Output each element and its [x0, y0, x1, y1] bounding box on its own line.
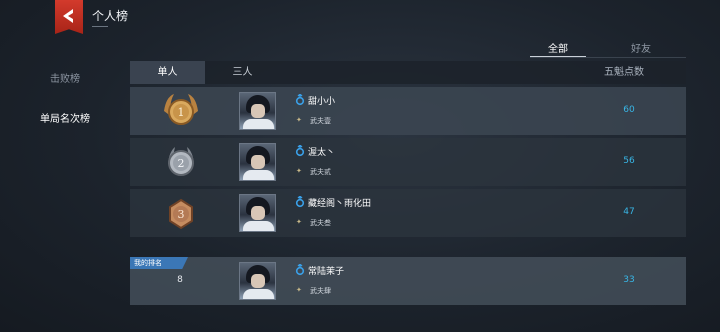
gold-medal-icon: 1: [160, 91, 202, 131]
filter-active-indicator: [530, 56, 586, 57]
rank-emblem-icon: ✦: [296, 286, 302, 294]
tab-solo[interactable]: 单人: [130, 61, 205, 84]
score-value: 56: [623, 156, 635, 166]
sidebar-item-defeat[interactable]: 击败榜: [20, 70, 110, 85]
avatar[interactable]: [239, 92, 276, 130]
male-icon: [295, 196, 305, 208]
rank-title: 武夫肆: [310, 287, 331, 295]
silver-medal-icon: 2: [160, 142, 202, 182]
score-value: 47: [623, 207, 635, 217]
avatar[interactable]: [239, 262, 276, 300]
sidebar-item-single-rank[interactable]: 单局名次榜: [20, 110, 110, 125]
player-name: 常陆茉子: [308, 267, 345, 277]
table-row[interactable]: 1 甜小小 ✦ 武夫壹 60: [130, 87, 686, 135]
male-icon: [295, 94, 305, 106]
score-column-header: 五魁点数: [604, 67, 644, 78]
filter-tab-friends[interactable]: 好友: [611, 40, 671, 55]
title-underline: [92, 26, 108, 27]
avatar[interactable]: [239, 194, 276, 232]
avatar[interactable]: [239, 143, 276, 181]
medal-number: 3: [178, 208, 185, 221]
filter-tab-all[interactable]: 全部: [528, 40, 588, 55]
player-name: 渥太丶: [308, 148, 336, 158]
tab-trio[interactable]: 三人: [205, 61, 280, 84]
table-header: 单人 三人 五魁点数: [130, 61, 686, 84]
score-value: 33: [623, 275, 635, 285]
rank-emblem-icon: ✦: [296, 167, 302, 175]
score-value: 60: [623, 105, 635, 115]
player-name: 甜小小: [308, 97, 336, 107]
player-name: 藏经阁丶雨化田: [308, 199, 372, 209]
back-button[interactable]: [55, 0, 83, 34]
rank-title: 武夫叁: [310, 219, 331, 227]
table-row[interactable]: 2 渥太丶 ✦ 武夫贰 56: [130, 138, 686, 186]
rank-emblem-icon: ✦: [296, 218, 302, 226]
medal-number: 1: [178, 106, 185, 119]
rank-title: 武夫贰: [310, 168, 331, 176]
page-title: 个人榜: [92, 9, 129, 23]
filter-divider: [530, 57, 686, 58]
rank-emblem-icon: ✦: [296, 116, 302, 124]
male-icon: [295, 145, 305, 157]
my-rank-row[interactable]: 8 常陆茉子 ✦ 武夫肆 33: [130, 257, 686, 305]
rank-title: 武夫壹: [310, 117, 331, 125]
bronze-medal-icon: 3: [160, 193, 202, 233]
header: 个人榜: [0, 0, 720, 40]
male-icon: [295, 264, 305, 276]
medal-number: 2: [178, 157, 185, 170]
my-rank-badge: 我的排名: [130, 257, 188, 269]
table-row[interactable]: 3 藏经阁丶雨化田 ✦ 武夫叁 47: [130, 189, 686, 237]
my-rank-number: 8: [177, 275, 183, 285]
back-arrow-icon: [63, 9, 73, 23]
